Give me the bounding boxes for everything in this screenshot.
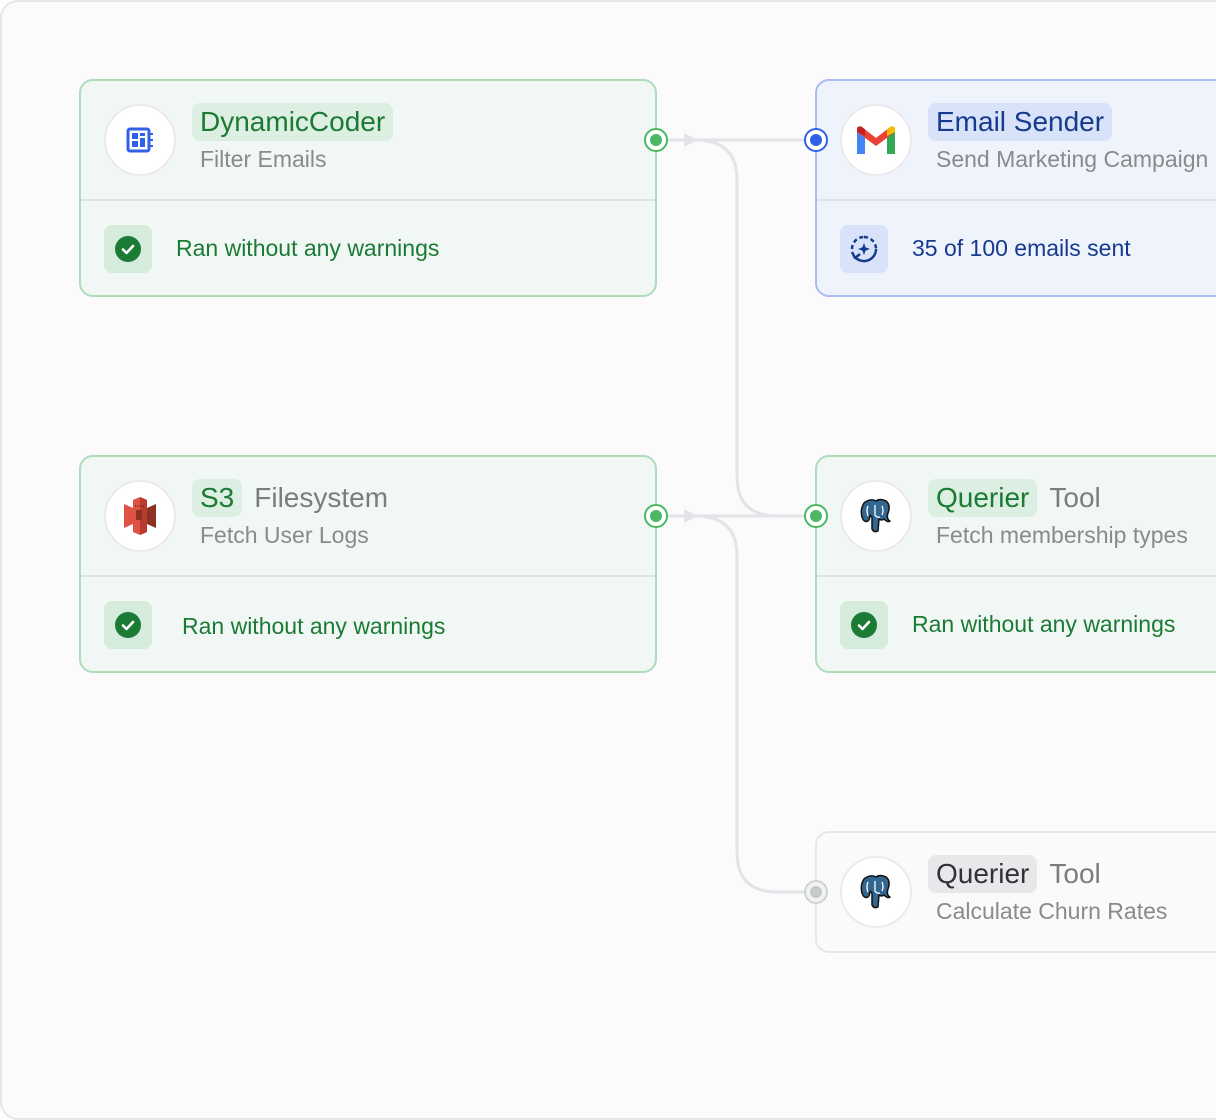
postgresql-icon — [840, 856, 912, 928]
check-circle-icon — [840, 601, 888, 649]
node-subtitle: Send Marketing Campaign — [936, 146, 1209, 172]
node-title-suffix: Tool — [1049, 482, 1101, 513]
node-status: Ran without any warnings — [81, 203, 655, 295]
check-circle-icon — [104, 225, 152, 273]
node-status: Ran without any warnings — [81, 579, 655, 671]
output-port[interactable] — [644, 128, 668, 152]
node-header: Email Sender Send Marketing Campaign — [817, 81, 1216, 201]
node-querier-membership[interactable]: Querier Tool Fetch membership types Ran … — [804, 455, 1216, 673]
node-title: Email Sender — [928, 103, 1113, 141]
status-text: Ran without any warnings — [182, 613, 446, 639]
node-header: DynamicCoder Filter Emails — [81, 81, 655, 201]
postgresql-icon — [840, 480, 912, 552]
status-text: Ran without any warnings — [176, 235, 440, 261]
node-subtitle: Calculate Churn Rates — [936, 898, 1168, 924]
gmail-icon — [840, 104, 912, 176]
node-title-suffix: Tool — [1049, 858, 1101, 889]
node-querier-churn[interactable]: Querier Tool Calculate Churn Rates — [804, 831, 1216, 953]
node-subtitle: Fetch membership types — [936, 522, 1188, 548]
code-block-icon — [104, 104, 176, 176]
input-port[interactable] — [804, 504, 828, 528]
output-port[interactable] — [644, 504, 668, 528]
node-title: Querier — [928, 479, 1038, 517]
sync-sparkle-icon — [840, 225, 888, 273]
status-text: 35 of 100 emails sent — [912, 235, 1131, 261]
node-dynamiccoder[interactable]: DynamicCoder Filter Emails Ran without a… — [79, 79, 668, 297]
node-status: Ran without any warnings — [817, 579, 1216, 671]
input-port[interactable] — [804, 880, 828, 904]
node-subtitle: Filter Emails — [200, 146, 327, 172]
node-header: Querier Tool Calculate Churn Rates — [817, 833, 1216, 953]
node-header: Querier Tool Fetch membership types — [817, 457, 1216, 577]
aws-s3-icon — [104, 480, 176, 552]
node-title: Querier — [928, 855, 1038, 893]
node-title: DynamicCoder — [192, 103, 394, 141]
input-port[interactable] — [804, 128, 828, 152]
node-subtitle: Fetch User Logs — [200, 522, 369, 548]
status-text: Ran without any warnings — [912, 611, 1176, 637]
node-s3-filesystem[interactable]: S3 Filesystem Fetch User Logs Ran withou… — [79, 455, 668, 673]
node-title: S3 — [192, 479, 243, 517]
node-header: S3 Filesystem Fetch User Logs — [81, 457, 655, 577]
node-status: 35 of 100 emails sent — [817, 203, 1216, 295]
check-circle-icon — [104, 601, 152, 649]
node-title-suffix: Filesystem — [254, 482, 389, 513]
node-email-sender[interactable]: Email Sender Send Marketing Campaign 35 … — [804, 79, 1216, 297]
